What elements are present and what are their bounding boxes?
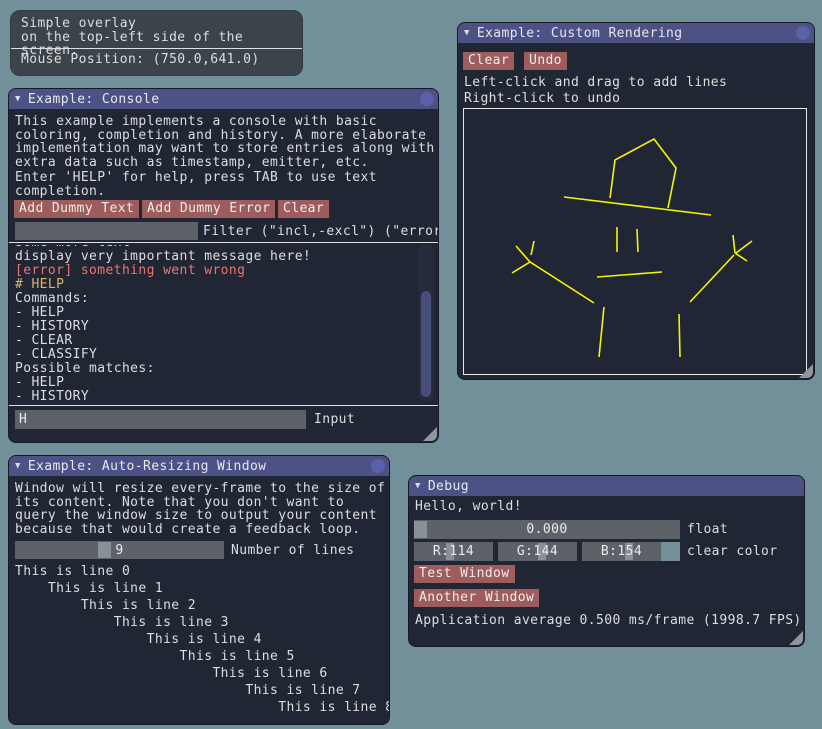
console-log-line: [error] something went wrong [15, 264, 434, 278]
slider-value-label: G:144 [517, 544, 558, 559]
console-help-text: Enter 'HELP' for help, press TAB to use … [15, 171, 377, 198]
resizing-demo-line: This is line 5 [15, 648, 390, 665]
float-slider-grab[interactable] [414, 521, 427, 538]
rgb-slider[interactable]: B:154 [582, 542, 661, 561]
drawing-canvas[interactable] [463, 108, 807, 375]
console-log-line: - CLASSIFY [15, 348, 434, 362]
debug-window-title: Debug [428, 479, 469, 494]
clear-button[interactable]: Clear [278, 200, 329, 218]
custom-rendering-window-title: Example: Custom Rendering [477, 26, 683, 41]
autoresize-lines: This is line 0 This is line 1 This is li… [15, 563, 390, 716]
filter-input[interactable] [15, 222, 198, 240]
mouse-position-text: Mouse Position: (750.0,641.0) [21, 53, 260, 67]
custom-rendering-titlebar[interactable]: ▼ Example: Custom Rendering [458, 23, 814, 43]
test-window-button[interactable]: Test Window [414, 565, 515, 583]
overlay-window: Simple overlay on the top-left side of t… [10, 10, 303, 76]
resizing-demo-line: This is line 2 [15, 597, 390, 614]
num-lines-label: Number of lines [231, 544, 354, 558]
rgb-slider[interactable]: G:144 [498, 542, 577, 561]
app-stats-text: Application average 0.500 ms/frame (1998… [415, 614, 802, 628]
collapse-arrow-icon[interactable]: ▼ [15, 456, 21, 476]
canvas-hint-1: Left-click and drag to add lines [464, 76, 727, 90]
resize-grip[interactable] [789, 631, 803, 645]
canvas-undo-button[interactable]: Undo [524, 52, 567, 70]
console-intro-text: This example implements a console with b… [15, 115, 435, 169]
canvas-clear-button[interactable]: Clear [463, 52, 514, 70]
rgb-sliders: R:114 G:144 B:154 [414, 542, 661, 561]
resizing-demo-line: This is line 6 [15, 665, 390, 682]
console-log[interactable]: some more textdisplay very important mes… [15, 245, 434, 401]
collapse-arrow-icon[interactable]: ▼ [15, 89, 21, 109]
add-dummy-text-button[interactable]: Add Dummy Text [14, 200, 139, 218]
console-log-line: Possible matches: [15, 362, 434, 376]
close-icon[interactable] [796, 26, 810, 40]
float-slider-value: 0.000 [526, 522, 567, 537]
console-window: ▼ Example: Console This example implemen… [8, 88, 439, 443]
console-log-line: - HISTORY [15, 390, 434, 401]
slider-value-label: R:114 [433, 544, 474, 559]
custom-rendering-window: ▼ Example: Custom Rendering Clear Undo L… [457, 22, 815, 380]
clear-color-label: clear color [687, 545, 778, 559]
debug-titlebar[interactable]: ▼ Debug [409, 476, 804, 496]
debug-window: ▼ Debug Hello, world! 0.000 float R:114 G… [408, 475, 805, 647]
scrollbar[interactable] [418, 245, 434, 401]
collapse-arrow-icon[interactable]: ▼ [415, 476, 421, 496]
overlay-separator [11, 48, 302, 49]
console-log-line: # HELP [15, 278, 434, 292]
float-slider-label: float [687, 523, 728, 537]
add-dummy-error-button[interactable]: Add Dummy Error [142, 200, 275, 218]
separator [9, 242, 438, 243]
console-log-line: display very important message here! [15, 250, 434, 264]
hello-world-text: Hello, world! [415, 500, 522, 514]
console-log-line: Commands: [15, 292, 434, 306]
canvas-drawing [464, 109, 806, 374]
resizing-demo-line: This is line 1 [15, 580, 390, 597]
console-command-input[interactable]: H [15, 410, 306, 429]
auto-resizing-titlebar[interactable]: ▼ Example: Auto-Resizing Window [9, 456, 389, 476]
resizing-demo-line: This is line 0 [15, 563, 390, 580]
resizing-demo-line: This is line 3 [15, 614, 390, 631]
resize-grip[interactable] [799, 364, 813, 378]
close-icon[interactable] [371, 459, 385, 473]
separator [9, 405, 438, 406]
console-log-line: - HELP [15, 376, 434, 390]
resizing-demo-line: This is line 4 [15, 631, 390, 648]
resize-grip[interactable] [423, 427, 437, 441]
console-input-label: Input [314, 413, 355, 427]
num-lines-slider[interactable]: 9 [15, 541, 224, 559]
close-icon[interactable] [420, 92, 434, 106]
console-titlebar[interactable]: ▼ Example: Console [9, 89, 438, 109]
auto-resizing-window-title: Example: Auto-Resizing Window [28, 459, 267, 474]
console-window-title: Example: Console [28, 92, 160, 107]
auto-resizing-description: Window will resize every-frame to the si… [15, 482, 385, 536]
canvas-hint-2: Right-click to undo [464, 92, 620, 106]
slider-value-label: B:154 [601, 544, 642, 559]
auto-resizing-window: ▼ Example: Auto-Resizing Window Window w… [8, 455, 390, 725]
resizing-demo-line: This is line 8 [15, 699, 390, 716]
console-log-line: - HISTORY [15, 320, 434, 334]
scrollbar-thumb[interactable] [421, 291, 431, 397]
desktop: Simple overlay on the top-left side of t… [0, 0, 822, 729]
console-log-line: - CLEAR [15, 334, 434, 348]
num-lines-value: 9 [115, 543, 123, 558]
console-input-value: H [19, 412, 27, 427]
collapse-arrow-icon[interactable]: ▼ [464, 23, 470, 43]
console-log-lines: some more textdisplay very important mes… [15, 245, 434, 401]
another-window-button[interactable]: Another Window [414, 589, 539, 607]
rgb-slider[interactable]: R:114 [414, 542, 493, 561]
resizing-demo-line: This is line 7 [15, 682, 390, 699]
num-lines-slider-grab[interactable] [98, 542, 111, 558]
float-slider[interactable]: 0.000 [414, 520, 680, 539]
clear-color-swatch[interactable] [661, 542, 680, 561]
console-log-line: - HELP [15, 306, 434, 320]
filter-label: Filter ("incl,-excl") ("error" [203, 225, 439, 239]
